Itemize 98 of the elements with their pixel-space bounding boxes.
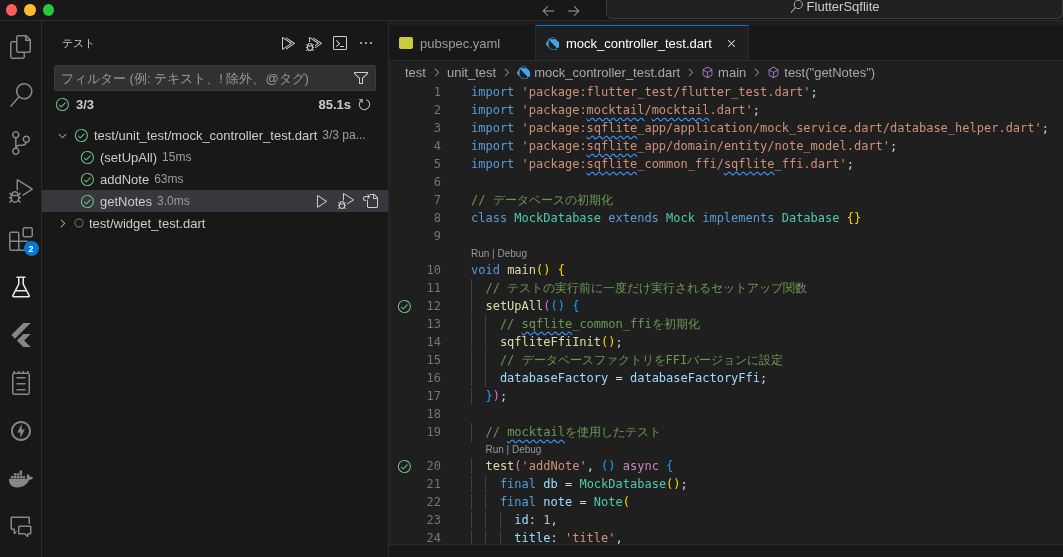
line-number: 19 [425,425,441,439]
line-number: 24 [425,531,441,544]
line-number: 11 [425,281,441,295]
line-number: 14 [425,335,441,349]
debug-all-icon[interactable] [306,35,322,51]
search-icon [789,0,803,13]
terminal-icon[interactable] [332,35,348,51]
code-line: test('addNote', () async { [471,459,674,473]
code-line: import 'package:sqflite_app/domain/entity/note_model.dart'; [471,139,898,153]
refresh-icon[interactable] [357,97,372,112]
code-lens-links[interactable]: Run | Debug [485,443,542,455]
code-line: void main() { [471,263,565,277]
duration: 85.1s [318,97,351,112]
test-tree-row[interactable]: test/unit_test/mock_controller_test.dart 3/3 pa... [42,124,388,146]
line-number: 12 [425,299,441,313]
line-number: 2 [432,103,441,117]
test-detail: 3.0ms [157,194,190,208]
code-line: final db = MockDatabase(); [471,477,688,491]
line-number: 3 [432,121,441,135]
test-tree-row[interactable]: (setUpAll) 15ms [42,146,388,168]
run-all-icon[interactable] [280,35,296,51]
code-line: // テストの実行前に一度だけ実行されるセットアップ関数 [471,279,808,297]
run-icon[interactable] [314,193,330,209]
code-line: final note = Note( [471,495,630,509]
breadcrumb-item[interactable]: unit_test [446,64,497,80]
code-line: import 'package:mocktail/mocktail.dart'; [471,103,761,117]
cube-icon [767,65,781,79]
code-line: import 'package:sqflite_common_ffi/sqflite_ffi.dart'; [471,157,854,171]
code-line: }); [471,389,508,403]
line-number: 10 [425,263,441,277]
yaml-file-icon [399,37,413,49]
code-line: class MockDatabase extends Mock implements Database {} [471,211,862,225]
breadcrumb-item[interactable]: test [405,64,426,80]
extensions-icon[interactable] [8,227,33,251]
code-line: // データベースの初期化 [471,191,613,209]
breadcrumb-item[interactable]: main [718,64,747,80]
panel-title: テスト [62,35,96,51]
line-number: 16 [425,371,441,385]
line-number: 23 [425,513,441,527]
lightning-icon[interactable] [8,419,33,443]
test-detail: 3/3 pa... [322,128,366,142]
test-name: getNotes [100,193,153,209]
go-to-file-icon[interactable] [362,193,378,209]
code-line: import 'package:flutter_test/flutter_test.dart'; [471,85,818,99]
tab-label: mock_controller_test.dart [566,35,712,51]
dart-file-icon [517,65,531,79]
line-number: 7 [432,193,441,207]
line-number: 20 [425,459,441,473]
code-line: title: 'title', [471,531,623,544]
cube-icon [701,65,715,79]
test-name: test/widget_test.dart [89,215,206,231]
test-name: (setUpAll) [100,149,158,165]
line-number: 21 [425,477,441,491]
passed-count: 3/3 [76,97,95,112]
line-number: 9 [432,229,441,243]
test-detail: 15ms [162,150,192,164]
test-tree-row[interactable]: getNotes 3.0ms [42,190,388,212]
tab-label: pubspec.yaml [420,35,501,51]
line-number: 13 [425,317,441,331]
line-number: 18 [425,407,441,421]
search-icon[interactable] [8,83,33,107]
minimize-button[interactable] [24,4,36,16]
editor-tab[interactable]: mock_controller_test.dart [536,25,749,60]
breadcrumb-item[interactable]: test("getNotes") [784,64,876,80]
command-center-search[interactable]: FlutterSqflite [606,0,1063,19]
zoom-button[interactable] [42,4,55,16]
filter-field[interactable]: フィルター (例: テキスト、! 除外、@タグ) [54,65,376,91]
line-number: 22 [425,495,441,509]
line-number: 17 [425,389,441,403]
debug-icon[interactable] [338,193,354,209]
test-detail: 63ms [154,172,184,186]
code-line: sqfliteFfiInit(); [471,335,623,349]
run-debug-icon[interactable] [8,179,33,203]
files-icon[interactable] [8,35,33,59]
code-line: databaseFactory = databaseFactoryFfi; [471,371,768,385]
code-line: // sqflite_common_ffiを初期化 [471,315,700,333]
test-name: test/unit_test/mock_controller_test.dart [94,127,318,143]
line-number: 8 [432,211,441,225]
test-name: addNote [100,171,150,187]
count-badge: 2 [23,241,39,256]
code-line: import 'package:sqflite_app/application/mock_service.dart/database_helper.dart'; [471,121,1049,135]
line-number: 6 [432,175,441,189]
test-tree-row[interactable]: test/widget_test.dart [42,212,388,234]
test-tree-row[interactable]: addNote 63ms [42,168,388,190]
code-line: id: 1, [471,513,558,527]
code-lens-links[interactable]: Run | Debug [471,247,527,259]
dart-file-icon [546,36,559,50]
breadcrumb-item[interactable]: mock_controller_test.dart [534,64,681,80]
filter-icon[interactable] [353,70,369,86]
line-number: 4 [432,139,441,153]
code-line: // データベースファクトリをFFIバージョンに設定 [471,351,784,369]
code-line: setUpAll(() { [471,299,580,313]
line-number: 1 [432,85,441,99]
line-number: 5 [432,157,441,171]
chat-icon[interactable] [8,515,33,539]
close-button[interactable] [6,4,18,16]
code-line: // mocktailを使用したテスト [471,423,661,441]
line-number: 15 [425,353,441,367]
